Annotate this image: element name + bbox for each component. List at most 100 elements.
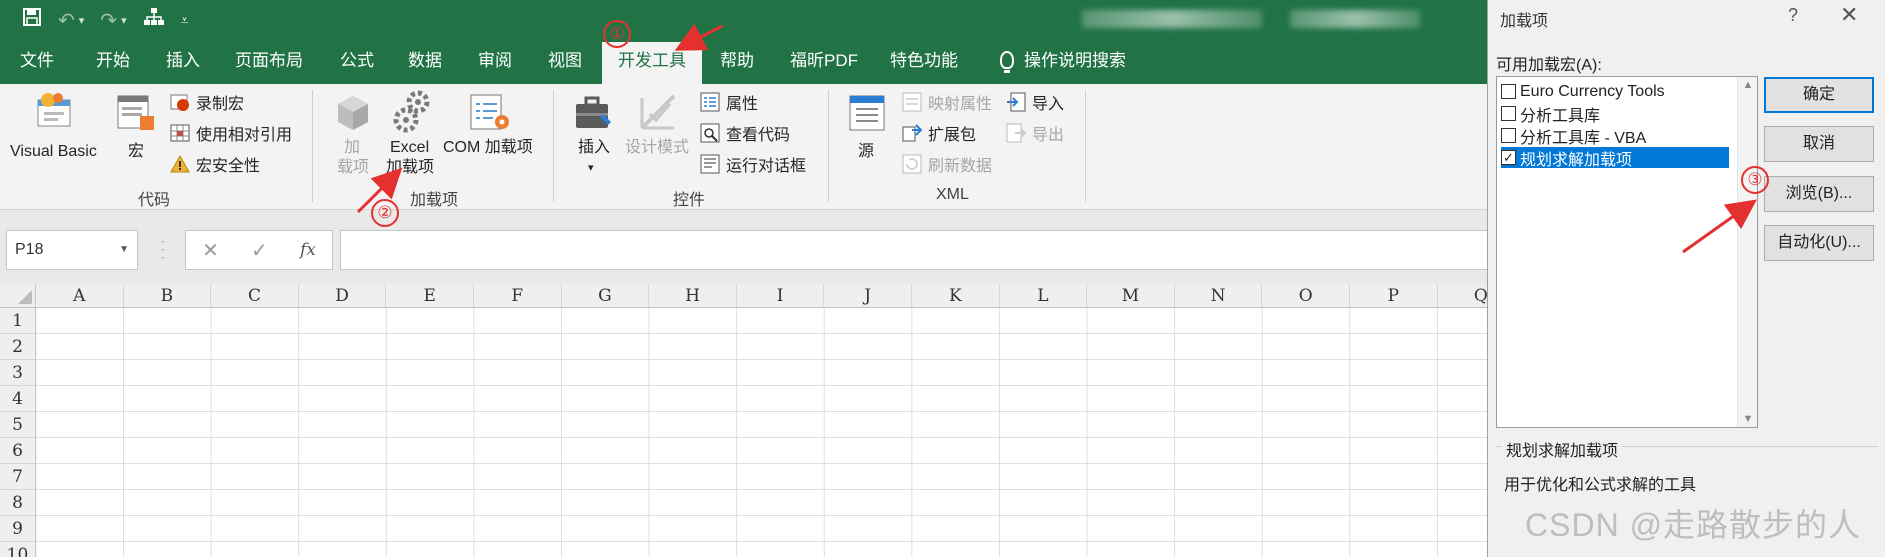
column-header[interactable]: O xyxy=(1262,284,1350,308)
column-header[interactable]: Q xyxy=(1437,284,1490,308)
tab-foxit-pdf[interactable]: 福昕PDF xyxy=(790,42,858,84)
com-addins-icon[interactable] xyxy=(468,92,512,138)
column-header[interactable]: K xyxy=(912,284,1000,308)
list-item-selected[interactable]: ✓ 规划求解加载项 xyxy=(1501,147,1729,169)
refresh-data-button[interactable]: 刷新数据 xyxy=(902,152,992,176)
formula-bar-grip-icon[interactable]: · · · xyxy=(160,234,165,266)
insert-controls-dropdown-icon[interactable]: ▾ xyxy=(588,158,594,178)
row-header[interactable]: 4 xyxy=(0,386,36,412)
row-header[interactable]: 9 xyxy=(0,516,36,542)
visual-basic-icon[interactable] xyxy=(34,92,76,136)
tab-developer[interactable]: 开发工具 xyxy=(602,42,702,84)
column-header[interactable]: J xyxy=(824,284,912,308)
row-header[interactable]: 8 xyxy=(0,490,36,516)
tab-help[interactable]: 帮助 xyxy=(720,42,754,84)
insert-controls-icon[interactable] xyxy=(573,94,615,138)
column-header[interactable]: N xyxy=(1174,284,1263,308)
addins-listbox[interactable]: Euro Currency Tools 分析工具库 分析工具库 - VBA ✓ … xyxy=(1496,76,1758,428)
checkbox-checked[interactable]: ✓ xyxy=(1501,150,1516,165)
worksheet-grid[interactable]: A B C D E F G H I J K L M N O P Q 1 2 3 4 5 6 7 8 9 10 xyxy=(0,284,1490,557)
row-header[interactable]: 1 xyxy=(0,308,36,334)
insert-controls-label[interactable]: 插入 xyxy=(578,138,610,158)
row-header[interactable]: 2 xyxy=(0,334,36,360)
column-header[interactable]: G xyxy=(561,284,650,308)
tab-page-layout[interactable]: 页面布局 xyxy=(235,42,303,84)
com-addins-label[interactable]: COM 加载项 xyxy=(443,138,533,158)
cell-gridlines[interactable] xyxy=(36,308,1490,557)
customize-caret-icon[interactable]: ⩡ xyxy=(181,12,189,29)
checkbox[interactable] xyxy=(1501,106,1516,121)
confirm-entry-icon[interactable]: ✓ xyxy=(251,238,268,263)
listbox-scrollbar[interactable]: ▲ ▼ xyxy=(1737,77,1757,427)
row-header[interactable]: 5 xyxy=(0,412,36,438)
column-header[interactable]: M xyxy=(1087,284,1175,308)
record-macro-button[interactable]: 录制宏 xyxy=(170,90,244,114)
run-dialog-button[interactable]: 运行对话框 xyxy=(700,152,806,176)
design-mode-label[interactable]: 设计模式 xyxy=(625,138,689,158)
column-header[interactable]: B xyxy=(123,284,212,308)
tab-file[interactable]: 文件 xyxy=(20,42,54,84)
insert-function-icon[interactable]: fx xyxy=(300,240,316,260)
tab-home[interactable]: 开始 xyxy=(96,42,130,84)
cancel-entry-icon[interactable]: ✕ xyxy=(202,238,219,263)
checkbox[interactable] xyxy=(1501,128,1516,143)
macro-security-button[interactable]: 宏安全性 xyxy=(170,152,260,176)
cancel-button[interactable]: 取消 xyxy=(1764,126,1874,162)
help-icon[interactable]: ? xyxy=(1788,5,1798,26)
redo-dropdown-icon[interactable]: ▾ xyxy=(121,14,127,27)
excel-addins-label-line1[interactable]: Excel xyxy=(390,138,429,158)
column-header[interactable]: F xyxy=(474,284,562,308)
addins-icon[interactable] xyxy=(334,94,372,138)
name-box[interactable]: P18 ▼ xyxy=(6,230,138,270)
tab-review[interactable]: 审阅 xyxy=(478,42,512,84)
addins-label-line1[interactable]: 加 xyxy=(344,138,360,158)
browse-button[interactable]: 浏览(B)... xyxy=(1764,176,1874,212)
map-properties-button[interactable]: 映射属性 xyxy=(902,90,992,114)
column-header[interactable]: L xyxy=(999,284,1088,308)
column-header[interactable]: E xyxy=(386,284,474,308)
macros-icon[interactable] xyxy=(116,94,156,138)
list-item[interactable]: Euro Currency Tools xyxy=(1501,81,1729,102)
tab-data[interactable]: 数据 xyxy=(408,42,442,84)
visual-basic-label[interactable]: Visual Basic xyxy=(10,142,97,162)
tell-me-search[interactable]: 操作说明搜索 xyxy=(1000,42,1126,84)
scroll-up-icon[interactable]: ▲ xyxy=(1738,79,1758,91)
chevron-down-icon[interactable]: ▼ xyxy=(119,231,129,269)
design-mode-icon[interactable] xyxy=(638,92,680,138)
macros-label[interactable]: 宏 xyxy=(128,142,144,162)
close-icon[interactable]: ✕ xyxy=(1840,2,1858,28)
view-code-button[interactable]: 查看代码 xyxy=(700,121,790,145)
scroll-down-icon[interactable]: ▼ xyxy=(1738,413,1758,425)
save-icon[interactable] xyxy=(22,7,42,33)
column-header[interactable]: H xyxy=(649,284,737,308)
properties-button[interactable]: 属性 xyxy=(700,90,758,114)
column-header[interactable]: I xyxy=(736,284,825,308)
tab-special-features[interactable]: 特色功能 xyxy=(890,42,958,84)
row-header[interactable]: 7 xyxy=(0,464,36,490)
tab-insert[interactable]: 插入 xyxy=(166,42,200,84)
column-header[interactable]: D xyxy=(298,284,387,308)
checkbox[interactable] xyxy=(1501,84,1516,99)
automation-button[interactable]: 自动化(U)... xyxy=(1764,225,1874,261)
select-all-corner[interactable] xyxy=(0,284,36,308)
undo-icon[interactable]: ↶ xyxy=(58,8,75,33)
undo-dropdown-icon[interactable]: ▾ xyxy=(79,14,85,27)
row-header[interactable]: 10 xyxy=(0,542,36,557)
row-header[interactable]: 6 xyxy=(0,438,36,464)
formula-input[interactable] xyxy=(340,230,1490,270)
excel-addins-icon[interactable] xyxy=(392,90,432,138)
xml-import-button[interactable]: 导入 xyxy=(1006,90,1064,114)
relative-reference-button[interactable]: 使用相对引用 xyxy=(170,121,292,145)
expansion-packs-button[interactable]: 扩展包 xyxy=(902,121,976,145)
list-item[interactable]: 分析工具库 - VBA xyxy=(1501,125,1729,147)
ok-button[interactable]: 确定 xyxy=(1764,77,1874,113)
redo-icon[interactable]: ↷ xyxy=(100,8,117,33)
column-header[interactable]: P xyxy=(1350,284,1438,308)
row-header[interactable]: 3 xyxy=(0,360,36,386)
xml-source-label[interactable]: 源 xyxy=(858,142,874,162)
column-header[interactable]: C xyxy=(211,284,299,308)
addins-label-line2[interactable]: 载项 xyxy=(337,158,369,178)
xml-export-button[interactable]: 导出 xyxy=(1006,121,1064,145)
tab-view[interactable]: 视图 xyxy=(548,42,582,84)
column-header[interactable]: A xyxy=(36,284,124,308)
